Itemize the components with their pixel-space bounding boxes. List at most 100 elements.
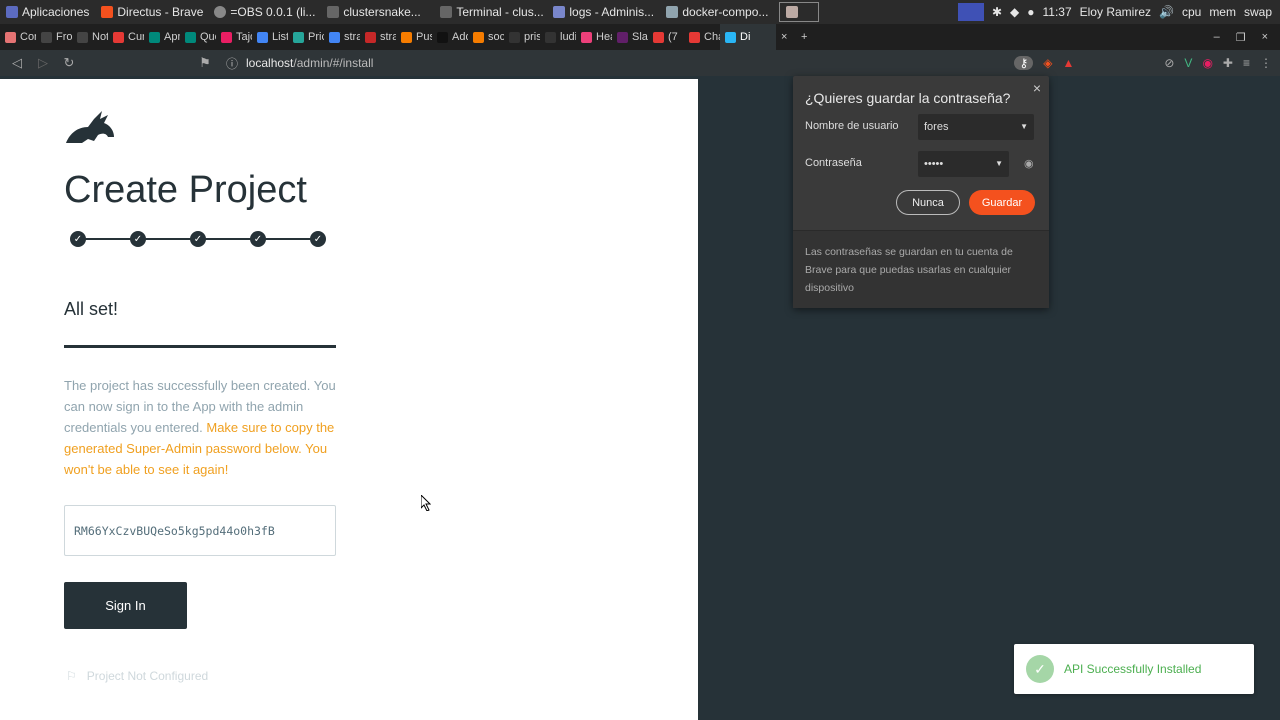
tab-favicon-icon <box>221 31 232 43</box>
browser-tab[interactable]: Conta <box>0 24 36 50</box>
obs-tray-icon[interactable]: ● <box>1027 5 1034 19</box>
browser-tab[interactable]: Listad <box>252 24 288 50</box>
bluetooth-icon[interactable]: ✱ <box>992 5 1002 19</box>
extension-icon-1[interactable]: ⊘ <box>1164 56 1174 70</box>
forward-button[interactable]: ▷ <box>30 50 56 76</box>
tab-label: Curso <box>128 31 144 43</box>
tab-favicon-icon <box>545 31 556 43</box>
maximize-icon[interactable]: ❐ <box>1236 31 1246 44</box>
browser-tab[interactable]: Slack <box>612 24 648 50</box>
tab-favicon-icon <box>473 31 484 43</box>
menu-icon[interactable]: ⋮ <box>1260 56 1272 70</box>
browser-tab[interactable]: ludin <box>540 24 576 50</box>
puzzle-icon[interactable]: ✚ <box>1223 56 1233 70</box>
browser-tab-bar: Conta Fronte Notifi Curso Apren Qué s Tajo List… <box>0 24 1280 50</box>
browser-tab[interactable]: (7 <box>648 24 684 50</box>
tab-label: Apren <box>164 31 180 43</box>
browser-tab[interactable]: Apren <box>144 24 180 50</box>
network-icon[interactable]: ◆ <box>1010 5 1019 19</box>
close-icon[interactable]: × <box>1033 80 1041 96</box>
vue-devtools-icon[interactable]: V <box>1184 56 1192 70</box>
user-name[interactable]: Eloy Ramirez <box>1080 5 1151 19</box>
cpu-monitor: cpu <box>1181 5 1202 19</box>
editor-icon <box>327 6 340 18</box>
extension-icon-2[interactable]: ◉ <box>1202 56 1212 70</box>
browser-tab[interactable]: Notifi <box>72 24 108 50</box>
tab-favicon-icon <box>725 31 736 43</box>
tab-label: strapi <box>344 31 360 43</box>
url-host: localhost <box>246 56 294 70</box>
url-path: /admin/#/install <box>293 56 374 70</box>
toast-message: API Successfully Installed <box>1064 662 1202 676</box>
tab-favicon-icon <box>257 31 268 43</box>
flag-icon: ⚐ <box>66 669 77 683</box>
volume-icon[interactable]: 🔊 <box>1159 5 1174 19</box>
chevron-down-icon: ▼ <box>1020 122 1028 131</box>
check-icon: ✓ <box>1026 655 1054 683</box>
browser-tab[interactable]: socke <box>468 24 504 50</box>
swap-monitor: swap <box>1243 5 1272 19</box>
browser-tab[interactable]: Head <box>576 24 612 50</box>
task-files[interactable] <box>779 2 820 22</box>
url-field[interactable]: ⓘ localhost/admin/#/install <box>226 50 373 76</box>
browser-tab[interactable]: Pricin <box>288 24 324 50</box>
section-divider <box>64 345 336 348</box>
minimize-icon[interactable]: – <box>1214 31 1220 44</box>
generated-password-field[interactable]: RM66YxCzvBUQeSo5kg5pd44o0h3fB <box>64 505 336 556</box>
key-icon[interactable]: ⚷ <box>1014 56 1034 70</box>
task-brave[interactable]: Directus - Brave <box>95 0 208 24</box>
back-button[interactable]: ◁ <box>4 50 30 76</box>
browser-tab[interactable]: Di <box>720 24 776 50</box>
brave-rewards-icon[interactable]: ▲ <box>1062 56 1074 70</box>
tab-label: Listad <box>272 31 288 43</box>
tab-label: Push <box>416 31 432 43</box>
close-window-icon[interactable]: × <box>1262 31 1268 44</box>
browser-tab[interactable]: Qué s <box>180 24 216 50</box>
info-icon[interactable]: ⓘ <box>226 55 238 72</box>
browser-tab[interactable]: Curso <box>108 24 144 50</box>
reload-button[interactable]: ↻ <box>56 50 82 76</box>
clock[interactable]: 11:37 <box>1043 5 1072 19</box>
directus-rabbit-logo <box>66 111 114 143</box>
task-docker-compose[interactable]: docker-compo... <box>660 0 773 24</box>
brave-shields-icon[interactable]: ◈ <box>1043 56 1052 70</box>
browser-tab[interactable]: Push <box>396 24 432 50</box>
task-obs[interactable]: =OBS 0.0.1 (li... <box>208 0 321 24</box>
save-button[interactable]: Guardar <box>969 190 1035 215</box>
password-label: Contraseña <box>805 157 862 169</box>
task-logs[interactable]: logs - Adminis... <box>547 0 660 24</box>
brave-icon <box>101 6 114 18</box>
new-tab-button[interactable]: + <box>796 24 822 50</box>
bookmark-icon[interactable]: ⚑ <box>192 50 218 76</box>
username-value: fores <box>924 121 949 133</box>
tab-label: Head <box>596 31 612 43</box>
tab-favicon-icon <box>653 31 664 43</box>
browser-tab[interactable]: Fronte <box>36 24 72 50</box>
brave-tray-icon[interactable] <box>957 3 984 21</box>
step-2-check-icon: ✓ <box>130 231 146 247</box>
save-password-dialog: ¿Quieres guardar la contraseña? × Nombre… <box>793 76 1049 308</box>
never-button[interactable]: Nunca <box>896 190 960 215</box>
browser-tab[interactable]: Chan <box>684 24 720 50</box>
password-select[interactable]: ••••• ▼ <box>918 151 1009 177</box>
browser-tab[interactable]: strapi <box>324 24 360 50</box>
task-terminal[interactable]: Terminal - clus... <box>434 0 547 24</box>
applications-menu[interactable]: Aplicaciones <box>0 0 95 24</box>
browser-tab[interactable]: strapi <box>360 24 396 50</box>
browser-tab[interactable]: Tajo <box>216 24 252 50</box>
task-clustersnake[interactable]: clustersnake... <box>321 0 434 24</box>
address-bar: ◁ ▷ ↻ ⚑ ⓘ localhost/admin/#/install ⚷ ◈ … <box>0 50 1280 76</box>
playlist-icon[interactable]: ≡ <box>1243 56 1250 70</box>
tab-label: Di <box>740 31 751 43</box>
progress-steps: ✓ ✓ ✓ ✓ ✓ <box>70 231 326 247</box>
sign-in-button[interactable]: Sign In <box>64 582 187 629</box>
close-tab-icon[interactable]: × <box>776 24 796 50</box>
project-status-label: Project Not Configured <box>86 669 209 683</box>
tab-favicon-icon <box>581 31 592 43</box>
username-select[interactable]: fores ▼ <box>918 114 1034 140</box>
tab-label: socke <box>488 31 504 43</box>
file-manager-icon <box>786 6 799 18</box>
browser-tab[interactable]: prism <box>504 24 540 50</box>
show-password-eye-icon[interactable]: ◉ <box>1024 157 1034 170</box>
browser-tab[interactable]: Addin <box>432 24 468 50</box>
